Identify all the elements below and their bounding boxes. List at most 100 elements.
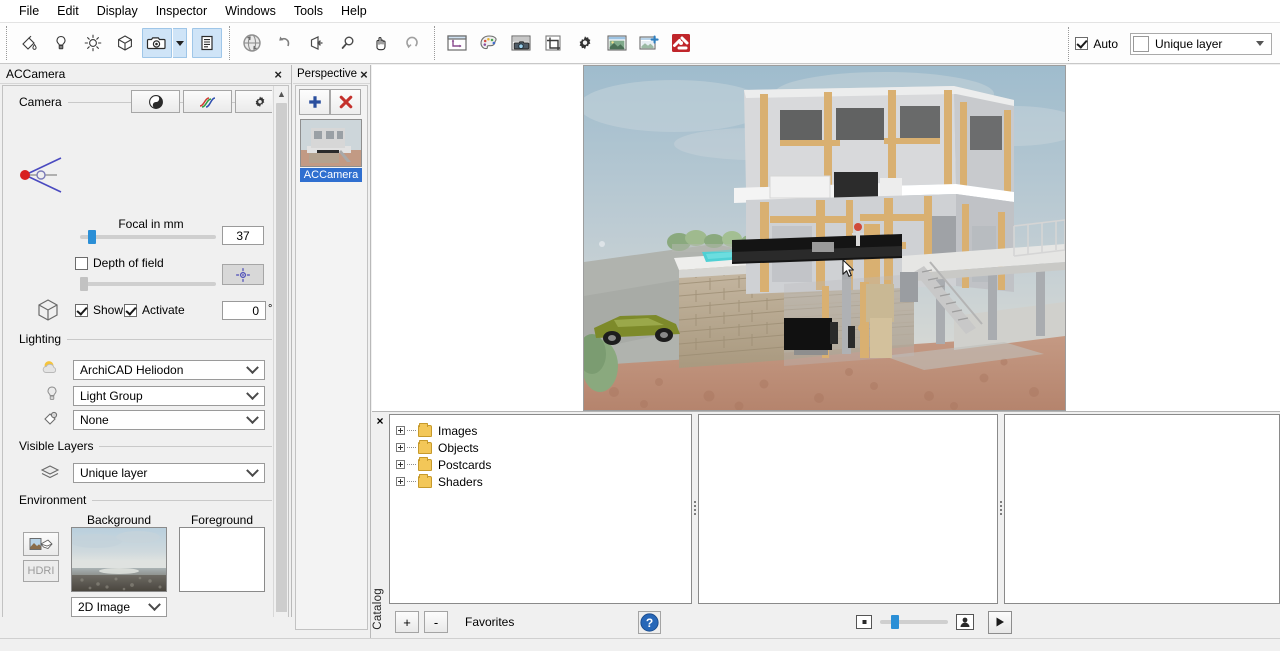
menu-item-help[interactable]: Help [332, 0, 376, 22]
play-triangle-icon[interactable] [988, 610, 1013, 634]
panel-scrollbar[interactable]: ▲ ▼ [273, 86, 288, 627]
chevron-down-icon[interactable] [246, 463, 259, 477]
background-type-select[interactable]: 2D Image [71, 597, 167, 617]
tree-item-shaders[interactable]: Shaders [390, 473, 691, 490]
camera-dropdown-caret-icon[interactable] [173, 28, 187, 58]
visible-layers-select[interactable]: Unique layer [73, 463, 265, 483]
small-thumbnail-icon[interactable] [856, 615, 873, 629]
layer-select[interactable]: Unique layer [1130, 32, 1272, 55]
dof-checkbox-box[interactable] [75, 256, 88, 270]
menu-item-inspector[interactable]: Inspector [147, 0, 216, 22]
camera-icon[interactable] [142, 28, 172, 58]
menu-item-file[interactable]: File [10, 0, 48, 22]
gear-icon[interactable] [235, 90, 272, 113]
light-group-select[interactable]: Light Group [73, 386, 265, 406]
undo-arrow-icon[interactable] [269, 28, 299, 58]
shader-select[interactable]: None [73, 410, 265, 430]
camera-list-item[interactable]: ACCamera [300, 119, 362, 182]
add-image-icon[interactable] [634, 28, 664, 58]
catalog-preview-pane[interactable] [1004, 414, 1280, 604]
activate-checkbox-box[interactable] [124, 303, 137, 317]
cube-icon[interactable] [110, 28, 140, 58]
expand-icon[interactable] [396, 477, 405, 486]
add-camera-button[interactable] [299, 89, 330, 115]
perspective-tab[interactable]: Perspective × [293, 65, 370, 84]
menu-item-display[interactable]: Display [88, 0, 147, 22]
menu-item-windows[interactable]: Windows [216, 0, 285, 22]
gear-icon[interactable] [570, 28, 600, 58]
palette-icon[interactable] [474, 28, 504, 58]
focus-target-icon[interactable] [222, 264, 264, 285]
globe-refresh-icon[interactable] [237, 28, 267, 58]
depth-of-field-checkbox[interactable]: Depth of field [75, 256, 164, 270]
favorites-label[interactable]: Favorites [465, 615, 514, 629]
camera-thumbnail[interactable] [300, 119, 362, 167]
help-question-icon[interactable]: ? [638, 610, 662, 634]
scroll-up-icon[interactable]: ▲ [274, 86, 288, 101]
camera-preview-icon[interactable] [131, 90, 180, 113]
camera-angle-value[interactable]: 0 [222, 301, 266, 320]
chevron-down-icon[interactable] [148, 597, 161, 611]
accamera-panel: ACCamera × ▲ ▼ Camera [0, 65, 292, 638]
expand-icon[interactable] [396, 443, 405, 452]
sun-icon[interactable] [78, 28, 108, 58]
thumbnail-size-thumb[interactable] [891, 615, 900, 629]
hdri-button[interactable]: HDRI [23, 560, 59, 582]
focal-slider-thumb[interactable] [88, 230, 96, 244]
show-checkbox-box[interactable] [75, 303, 88, 317]
status-bar [0, 638, 1280, 651]
expand-icon[interactable] [396, 460, 405, 469]
image-sphere-icon[interactable] [23, 532, 59, 556]
thumbnail-size-slider[interactable] [880, 615, 949, 629]
tree-item-objects[interactable]: Objects [390, 439, 691, 456]
color-curves-icon[interactable] [183, 90, 232, 113]
close-icon[interactable]: × [372, 414, 388, 428]
chevron-down-icon[interactable] [1256, 41, 1264, 46]
rotate-icon[interactable] [397, 28, 427, 58]
tree-item-postcards[interactable]: Postcards [390, 456, 691, 473]
close-icon[interactable]: × [357, 67, 371, 82]
red-render-icon[interactable] [666, 28, 696, 58]
folder-icon [418, 439, 432, 454]
foreground-thumbnail[interactable] [179, 527, 265, 592]
show-checkbox[interactable]: Show [75, 303, 123, 317]
heliodon-select[interactable]: ArchiCAD Heliodon [73, 360, 265, 380]
dof-slider-thumb[interactable] [80, 277, 88, 291]
tree-item-images[interactable]: Images [390, 422, 691, 439]
hand-icon[interactable] [365, 28, 395, 58]
catalog-tree-pane[interactable]: Images Objects Postcards Shaders [389, 414, 692, 604]
chevron-down-icon[interactable] [246, 386, 259, 400]
menu-item-tools[interactable]: Tools [285, 0, 332, 22]
catalog-remove-button[interactable]: - [424, 611, 448, 633]
crop-icon[interactable] [538, 28, 568, 58]
scrollbar-thumb[interactable] [276, 103, 287, 623]
render-image[interactable] [583, 65, 1066, 411]
chevron-down-icon[interactable] [246, 360, 259, 374]
activate-checkbox[interactable]: Activate [124, 303, 185, 317]
image-window-icon[interactable] [602, 28, 632, 58]
axes-window-icon[interactable] [442, 28, 472, 58]
camera-name-label[interactable]: ACCamera [300, 168, 362, 182]
export-icon[interactable] [301, 28, 331, 58]
catalog-add-button[interactable]: + [395, 611, 419, 633]
background-thumbnail[interactable] [71, 527, 167, 592]
depth-of-field-slider[interactable] [80, 277, 216, 291]
menu-item-edit[interactable]: Edit [48, 0, 88, 22]
auto-checkbox[interactable]: Auto [1075, 37, 1118, 51]
close-icon[interactable]: × [271, 67, 285, 82]
light-bulb-icon[interactable] [46, 28, 76, 58]
document-icon[interactable] [192, 28, 222, 58]
render-viewport[interactable] [372, 65, 1280, 412]
material-bucket-icon[interactable] [14, 28, 44, 58]
catalog-items-pane[interactable] [698, 414, 998, 604]
shader-select-value: None [80, 413, 109, 427]
render-camera-icon[interactable] [506, 28, 536, 58]
magnifier-icon[interactable] [333, 28, 363, 58]
focal-length-value[interactable]: 37 [222, 226, 264, 245]
auto-checkbox-box[interactable] [1075, 37, 1089, 50]
large-thumbnail-icon[interactable] [956, 614, 975, 630]
focal-length-slider[interactable] [80, 230, 216, 244]
expand-icon[interactable] [396, 426, 405, 435]
delete-camera-button[interactable] [330, 89, 361, 115]
chevron-down-icon[interactable] [246, 410, 259, 424]
